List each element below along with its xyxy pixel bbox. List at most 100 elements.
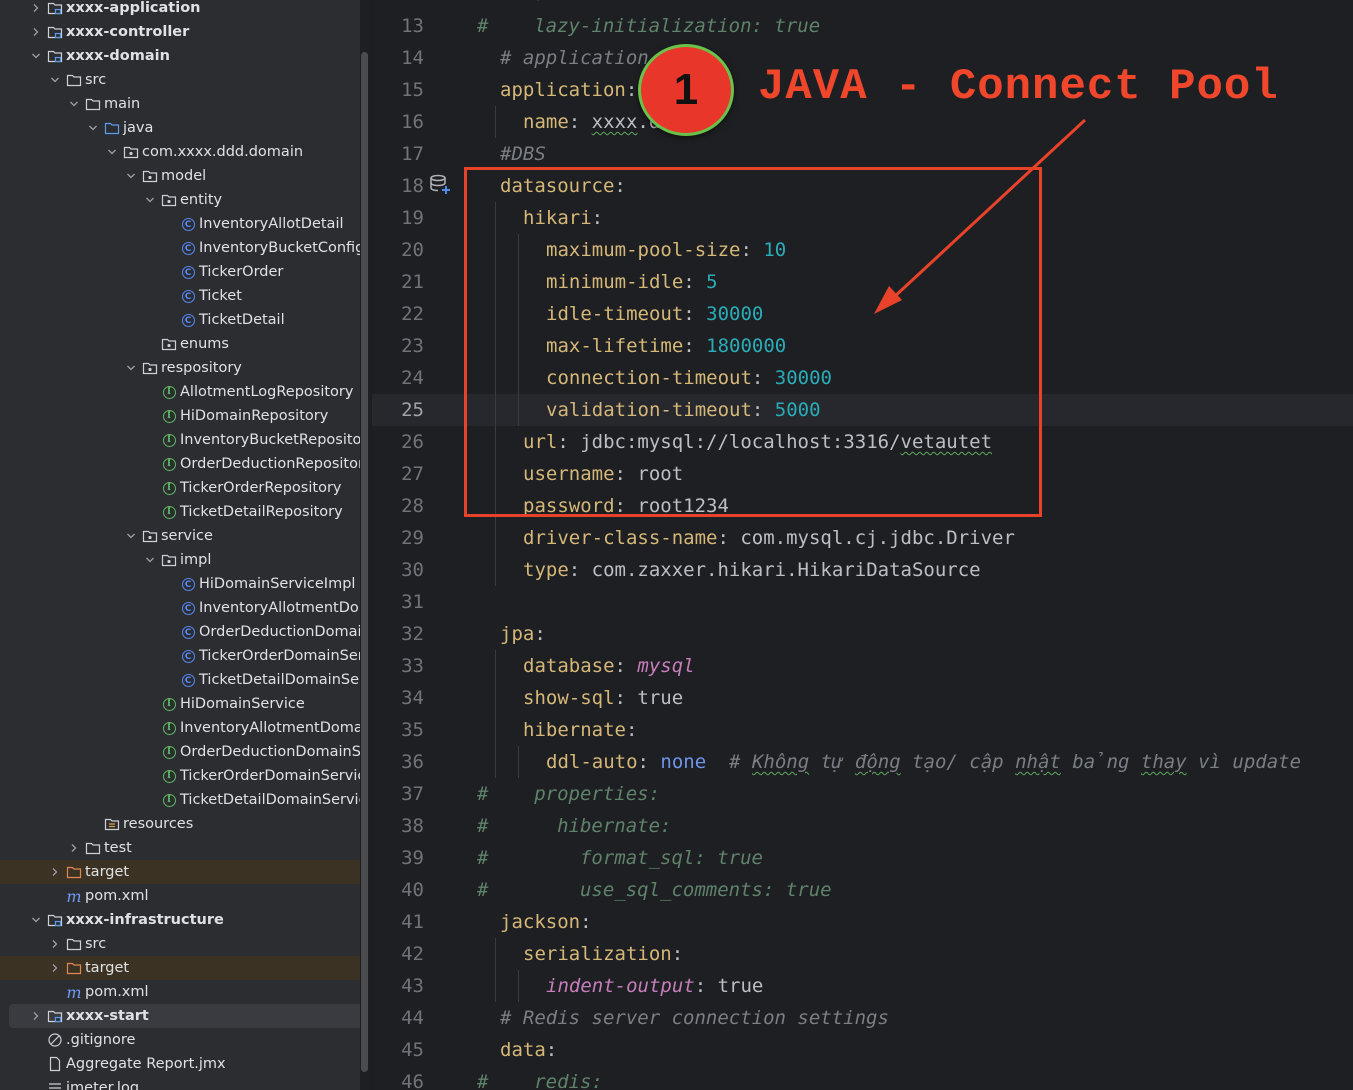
tree-item[interactable]: com.xxxx.ddd.domain	[0, 140, 360, 164]
tree-item[interactable]: m pom.xml	[0, 980, 360, 1004]
code-token: mysql	[637, 655, 695, 677]
code-line[interactable]: 29 driver-class-name: com.mysql.cj.jdbc.D…	[372, 522, 1353, 554]
tree-item[interactable]: xxxx-infrastructure	[0, 908, 360, 932]
code-line[interactable]: 42 serialization:	[372, 938, 1353, 970]
project-tree-scrollbar[interactable]	[361, 52, 368, 1072]
tree-item[interactable]: I HiDomainService	[0, 692, 360, 716]
code-line[interactable]: 46 # redis:	[372, 1066, 1353, 1090]
chevron-down-icon[interactable]	[29, 913, 43, 927]
code-line[interactable]: 12 # main:	[372, 0, 1353, 10]
tree-item[interactable]: I OrderDeductionDomainSer	[0, 740, 360, 764]
chevron-down-icon[interactable]	[124, 169, 138, 183]
chevron-down-icon[interactable]	[67, 97, 81, 111]
tree-item[interactable]: model	[0, 164, 360, 188]
tree-item[interactable]: jmeter.log	[0, 1076, 360, 1090]
chevron-down-icon[interactable]	[105, 145, 119, 159]
tree-item[interactable]: resources	[0, 812, 360, 836]
code-line[interactable]: 13 # lazy-initialization: true	[372, 10, 1353, 42]
tree-item[interactable]: impl	[0, 548, 360, 572]
chevron-right-icon[interactable]	[29, 1, 43, 15]
tree-item[interactable]: I AllotmentLogRepository	[0, 380, 360, 404]
tree-item[interactable]: C Ticket	[0, 284, 360, 308]
chevron-right-icon[interactable]	[29, 25, 43, 39]
tree-item[interactable]: xxxx-domain	[0, 44, 360, 68]
tree-item[interactable]: xxxx-application	[0, 0, 360, 20]
code-line[interactable]: 40 # use_sql_comments: true	[372, 874, 1353, 906]
code-line[interactable]: 44 # Redis server connection settings	[372, 1002, 1353, 1034]
folder-icon	[85, 840, 101, 856]
tree-item[interactable]: target	[0, 956, 360, 980]
tree-item[interactable]: C InventoryAllotDetail	[0, 212, 360, 236]
tree-item[interactable]: COrderDeductionDomainS	[0, 620, 360, 644]
tree-item[interactable]: xxxx-start	[9, 1004, 360, 1028]
tree-item[interactable]: C TicketDetailDomainServ	[0, 668, 360, 692]
maven-icon: m	[66, 982, 82, 1002]
chevron-right-icon[interactable]	[29, 1009, 43, 1023]
tree-item[interactable]: IInventoryAllotmentDomainS	[0, 716, 360, 740]
tree-item[interactable]: src	[0, 68, 360, 92]
tree-item-label: target	[85, 864, 130, 880]
tree-item-label: TicketDetail	[199, 312, 285, 328]
tree-item[interactable]: C HiDomainServiceImpl	[0, 572, 360, 596]
code-line[interactable]: 36 ddl-auto: none # Không tự động tạo/ cậ…	[372, 746, 1353, 778]
code-line[interactable]: 38 # hibernate:	[372, 810, 1353, 842]
tree-item[interactable]: target	[0, 860, 360, 884]
tree-item[interactable]: I InventoryBucketRepository	[0, 428, 360, 452]
code-line[interactable]: 39 # format_sql: true	[372, 842, 1353, 874]
line-number: 20	[401, 239, 424, 261]
tree-item[interactable]: I OrderDeductionRepository	[0, 452, 360, 476]
code-line[interactable]: 41 jackson:	[372, 906, 1353, 938]
chevron-down-icon[interactable]	[29, 49, 43, 63]
interface-icon: I	[161, 744, 177, 760]
tree-item[interactable]: main	[0, 92, 360, 116]
code-line[interactable]: 32 jpa:	[372, 618, 1353, 650]
chevron-down-icon[interactable]	[86, 121, 100, 135]
tree-item[interactable]: C TicketDetail	[0, 308, 360, 332]
tree-item[interactable]: I TickerOrderRepository	[0, 476, 360, 500]
tree-item[interactable]: xxxx-controller	[0, 20, 360, 44]
code-line[interactable]: 17 #DBS	[372, 138, 1353, 170]
tree-item[interactable]: test	[0, 836, 360, 860]
chevron-down-icon[interactable]	[143, 553, 157, 567]
tree-item[interactable]: C InventoryBucketConfig	[0, 236, 360, 260]
code-line[interactable]: 45 data:	[372, 1034, 1353, 1066]
tree-item[interactable]: respository	[0, 356, 360, 380]
tree-item[interactable]: service	[0, 524, 360, 548]
code-line[interactable]: 30 type: com.zaxxer.hikari.HikariDataSour…	[372, 554, 1353, 586]
tree-item[interactable]: Aggregate Report.jmx	[0, 1052, 360, 1076]
tree-item[interactable]: entity	[0, 188, 360, 212]
code-line[interactable]: 31	[372, 586, 1353, 618]
tree-item[interactable]: I TicketDetailDomainService	[0, 788, 360, 812]
tree-item[interactable]: CInventoryAllotmentDoma	[0, 596, 360, 620]
code-line[interactable]: 34 show-sql: true	[372, 682, 1353, 714]
chevron-right-icon[interactable]	[48, 865, 62, 879]
code-token: :	[637, 751, 661, 773]
code-line[interactable]: 43 indent-output: true	[372, 970, 1353, 1002]
tree-item[interactable]: I TickerOrderDomainService	[0, 764, 360, 788]
indent-guide	[518, 970, 519, 1002]
tree-item[interactable]: .gitignore	[0, 1028, 360, 1052]
code-line[interactable]: 33 database: mysql	[372, 650, 1353, 682]
tree-item[interactable]: I TicketDetailRepository	[0, 500, 360, 524]
tree-item[interactable]: I HiDomainRepository	[0, 404, 360, 428]
chevron-down-icon[interactable]	[124, 529, 138, 543]
tree-item[interactable]: src	[0, 932, 360, 956]
tree-item[interactable]: java	[0, 116, 360, 140]
excluded-folder-icon	[66, 864, 82, 880]
chevron-down-icon[interactable]	[124, 361, 138, 375]
indent-guide	[518, 746, 519, 778]
chevron-right-icon[interactable]	[48, 961, 62, 975]
chevron-down-icon[interactable]	[143, 193, 157, 207]
tree-item[interactable]: C TickerOrder	[0, 260, 360, 284]
datasource-gutter-icon[interactable]	[428, 172, 452, 196]
tree-item[interactable]: C TickerOrderDomainServ	[0, 644, 360, 668]
code-line[interactable]: 35 hibernate:	[372, 714, 1353, 746]
chevron-down-icon[interactable]	[48, 73, 62, 87]
code-line[interactable]: 37 # properties:	[372, 778, 1353, 810]
tree-item[interactable]: m pom.xml	[0, 884, 360, 908]
tree-item[interactable]: enums	[0, 332, 360, 356]
yaml-editor[interactable]: 12# main:13# lazy-initialization: true14…	[372, 0, 1353, 1090]
chevron-right-icon[interactable]	[48, 937, 62, 951]
chevron-right-icon[interactable]	[67, 841, 81, 855]
